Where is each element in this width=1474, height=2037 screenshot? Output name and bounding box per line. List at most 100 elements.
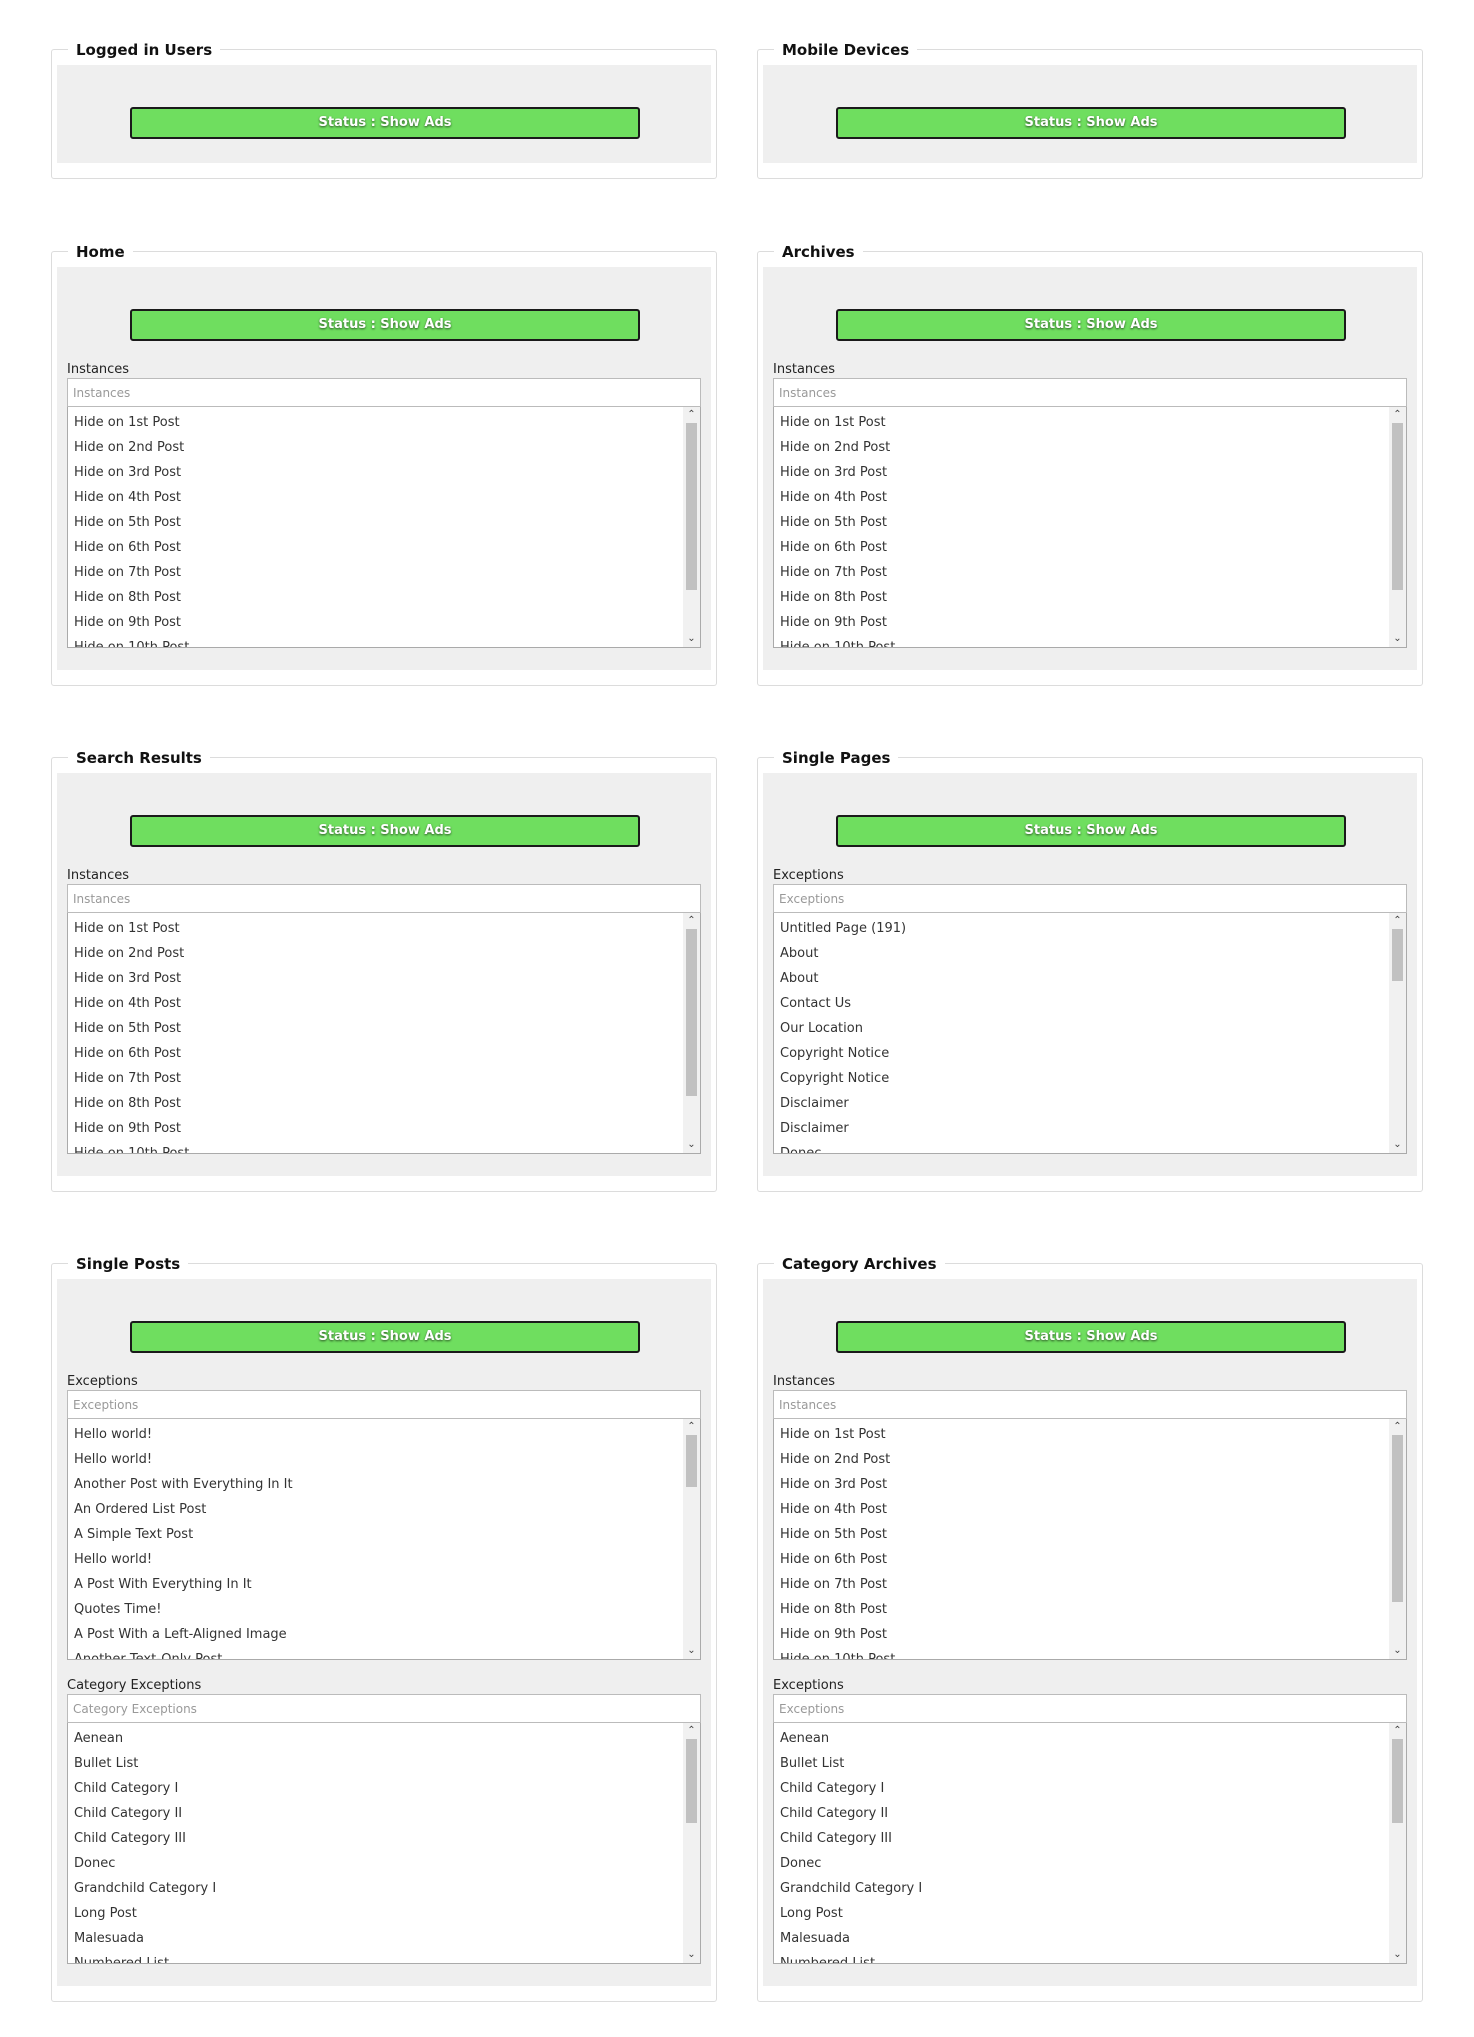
- list-option[interactable]: Contact Us: [774, 991, 1388, 1016]
- list-option[interactable]: Copyright Notice: [774, 1041, 1388, 1066]
- list-option[interactable]: Child Category II: [774, 1801, 1388, 1826]
- list-option[interactable]: Hide on 5th Post: [68, 510, 682, 535]
- scroll-up-arrow-icon[interactable]: ⌃: [683, 913, 700, 929]
- list-option[interactable]: Aenean: [68, 1726, 682, 1751]
- list-option[interactable]: Child Category II: [68, 1801, 682, 1826]
- list-option[interactable]: Aenean: [774, 1726, 1388, 1751]
- scroll-up-arrow-icon[interactable]: ⌃: [683, 1419, 700, 1435]
- status-show-ads-button[interactable]: Status : Show Ads: [130, 309, 640, 341]
- list-option[interactable]: Hide on 9th Post: [68, 610, 682, 635]
- instances-listbox[interactable]: Hide on 1st Post Hide on 2nd Post Hide on …: [773, 407, 1407, 648]
- exceptions-listbox[interactable]: Hello world! Hello world! Another Post wit…: [67, 1419, 701, 1660]
- list-option[interactable]: Hide on 10th Post: [68, 1141, 682, 1153]
- list-option[interactable]: Hide on 7th Post: [68, 560, 682, 585]
- list-option[interactable]: A Post With a Left-Aligned Image: [68, 1622, 682, 1647]
- scroll-down-arrow-icon[interactable]: ⌄: [1389, 1137, 1406, 1153]
- list-option[interactable]: Child Category III: [68, 1826, 682, 1851]
- list-option[interactable]: Hide on 8th Post: [68, 585, 682, 610]
- list-option[interactable]: Hide on 5th Post: [774, 1522, 1388, 1547]
- list-option[interactable]: Copyright Notice: [774, 1066, 1388, 1091]
- list-option[interactable]: Hide on 9th Post: [68, 1116, 682, 1141]
- scroll-down-arrow-icon[interactable]: ⌄: [683, 631, 700, 647]
- list-option[interactable]: Child Category III: [774, 1826, 1388, 1851]
- instances-listbox[interactable]: Hide on 1st Post Hide on 2nd Post Hide on …: [67, 407, 701, 648]
- list-option[interactable]: Malesuada: [68, 1926, 682, 1951]
- list-option[interactable]: Grandchild Category I: [68, 1876, 682, 1901]
- status-show-ads-button[interactable]: Status : Show Ads: [130, 815, 640, 847]
- exceptions-search-input[interactable]: [773, 884, 1407, 913]
- status-show-ads-button[interactable]: Status : Show Ads: [130, 107, 640, 139]
- scroll-down-arrow-icon[interactable]: ⌄: [683, 1947, 700, 1963]
- list-option[interactable]: Malesuada: [774, 1926, 1388, 1951]
- scroll-up-arrow-icon[interactable]: ⌃: [1389, 913, 1406, 929]
- list-option[interactable]: Numbered List: [68, 1951, 682, 1963]
- instances-listbox[interactable]: Hide on 1st Post Hide on 2nd Post Hide on …: [773, 1419, 1407, 1660]
- instances-listbox[interactable]: Hide on 1st Post Hide on 2nd Post Hide on …: [67, 913, 701, 1154]
- list-option[interactable]: Hide on 4th Post: [774, 485, 1388, 510]
- scroll-thumb[interactable]: [686, 929, 697, 1096]
- list-option[interactable]: Bullet List: [774, 1751, 1388, 1776]
- scroll-thumb[interactable]: [1392, 1435, 1403, 1602]
- list-option[interactable]: Disclaimer: [774, 1091, 1388, 1116]
- status-show-ads-button[interactable]: Status : Show Ads: [130, 1321, 640, 1353]
- list-option[interactable]: About: [774, 941, 1388, 966]
- list-option[interactable]: Hide on 2nd Post: [774, 1447, 1388, 1472]
- list-option[interactable]: Untitled Page (191): [774, 916, 1388, 941]
- list-option[interactable]: Hide on 7th Post: [774, 1572, 1388, 1597]
- list-option[interactable]: Hide on 9th Post: [774, 1622, 1388, 1647]
- list-option[interactable]: Quotes Time!: [68, 1597, 682, 1622]
- list-option[interactable]: Hide on 7th Post: [68, 1066, 682, 1091]
- list-option[interactable]: Hide on 6th Post: [68, 535, 682, 560]
- list-option[interactable]: Hide on 6th Post: [68, 1041, 682, 1066]
- instances-search-input[interactable]: [67, 884, 701, 913]
- list-option[interactable]: Child Category I: [774, 1776, 1388, 1801]
- list-option[interactable]: Hide on 6th Post: [774, 1547, 1388, 1572]
- list-option[interactable]: Donec: [774, 1141, 1388, 1153]
- list-option[interactable]: Hide on 1st Post: [774, 410, 1388, 435]
- scroll-down-arrow-icon[interactable]: ⌄: [1389, 1947, 1406, 1963]
- list-option[interactable]: Hide on 10th Post: [68, 635, 682, 647]
- list-option[interactable]: Hide on 4th Post: [68, 991, 682, 1016]
- list-option[interactable]: Long Post: [774, 1901, 1388, 1926]
- instances-search-input[interactable]: [67, 378, 701, 407]
- vertical-scrollbar[interactable]: ⌃ ⌄: [1389, 1419, 1406, 1659]
- list-option[interactable]: Hide on 5th Post: [774, 510, 1388, 535]
- list-option[interactable]: Grandchild Category I: [774, 1876, 1388, 1901]
- list-option[interactable]: Hide on 8th Post: [68, 1091, 682, 1116]
- list-option[interactable]: Hello world!: [68, 1547, 682, 1572]
- list-option[interactable]: Hide on 3rd Post: [774, 1472, 1388, 1497]
- list-option[interactable]: Numbered List: [774, 1951, 1388, 1963]
- list-option[interactable]: Hide on 2nd Post: [68, 435, 682, 460]
- list-option[interactable]: Donec: [774, 1851, 1388, 1876]
- list-option[interactable]: Hide on 4th Post: [774, 1497, 1388, 1522]
- scroll-down-arrow-icon[interactable]: ⌄: [683, 1137, 700, 1153]
- list-option[interactable]: Hide on 1st Post: [68, 916, 682, 941]
- status-show-ads-button[interactable]: Status : Show Ads: [836, 815, 1346, 847]
- exceptions-listbox[interactable]: Aenean Bullet List Child Category I Child C…: [773, 1723, 1407, 1964]
- scroll-thumb[interactable]: [1392, 423, 1403, 590]
- list-option[interactable]: Hide on 7th Post: [774, 560, 1388, 585]
- status-show-ads-button[interactable]: Status : Show Ads: [836, 1321, 1346, 1353]
- scroll-up-arrow-icon[interactable]: ⌃: [683, 407, 700, 423]
- list-option[interactable]: Child Category I: [68, 1776, 682, 1801]
- list-option[interactable]: Hide on 3rd Post: [68, 966, 682, 991]
- scroll-up-arrow-icon[interactable]: ⌃: [683, 1723, 700, 1739]
- list-option[interactable]: Hide on 3rd Post: [774, 460, 1388, 485]
- list-option[interactable]: Hide on 1st Post: [68, 410, 682, 435]
- vertical-scrollbar[interactable]: ⌃ ⌄: [683, 913, 700, 1153]
- list-option[interactable]: Hide on 10th Post: [774, 1647, 1388, 1659]
- list-option[interactable]: A Simple Text Post: [68, 1522, 682, 1547]
- list-option[interactable]: Hide on 10th Post: [774, 635, 1388, 647]
- list-option[interactable]: About: [774, 966, 1388, 991]
- list-option[interactable]: Hide on 2nd Post: [774, 435, 1388, 460]
- scroll-thumb[interactable]: [686, 1435, 697, 1487]
- list-option[interactable]: Hide on 8th Post: [774, 585, 1388, 610]
- scroll-down-arrow-icon[interactable]: ⌄: [683, 1643, 700, 1659]
- scroll-thumb[interactable]: [1392, 1739, 1403, 1823]
- list-option[interactable]: Another Text-Only Post: [68, 1647, 682, 1659]
- status-show-ads-button[interactable]: Status : Show Ads: [836, 309, 1346, 341]
- instances-search-input[interactable]: [773, 378, 1407, 407]
- exceptions-search-input[interactable]: [773, 1694, 1407, 1723]
- vertical-scrollbar[interactable]: ⌃ ⌄: [683, 407, 700, 647]
- list-option[interactable]: A Post With Everything In It: [68, 1572, 682, 1597]
